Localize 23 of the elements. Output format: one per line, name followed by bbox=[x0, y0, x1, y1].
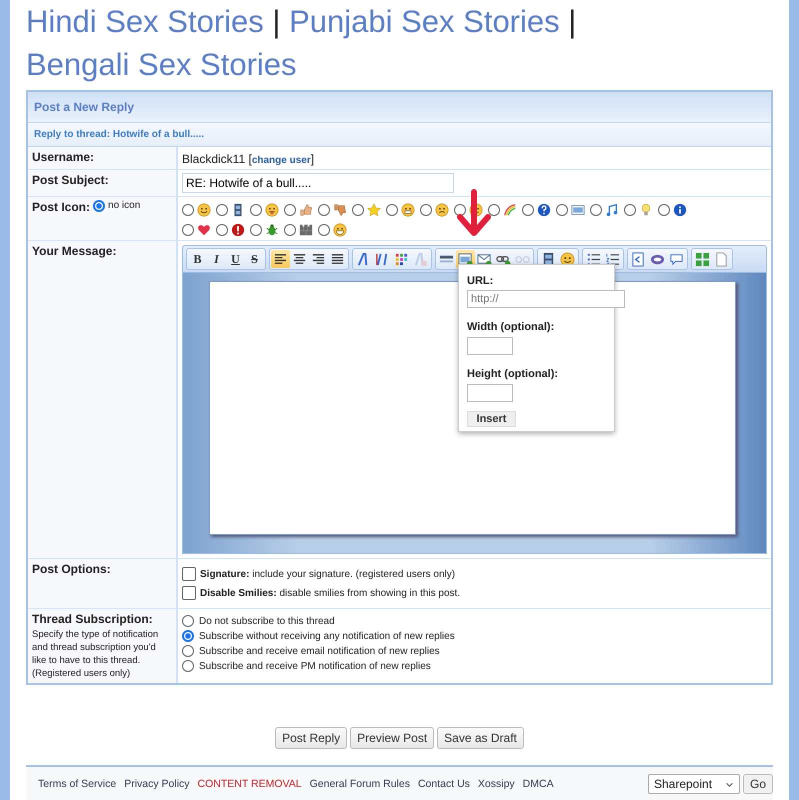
option-text: Disable Smilies: disable smilies from showing in this post. bbox=[200, 588, 460, 598]
field-label: Post Subject: bbox=[32, 173, 109, 187]
option-text: Signature: include your signature. (registered users only) bbox=[200, 568, 456, 580]
description-text: Specify the type of notification and thread subscription you'd like to have to this thread. (Registered users only) bbox=[32, 628, 160, 680]
choice-label: Subscribe and receive PM notification of new replies bbox=[199, 660, 431, 672]
choice-label: Subscribe without receiving any notification of new replies bbox=[199, 630, 455, 642]
field-label: Your Message: bbox=[32, 244, 116, 258]
choice-label: Do not subscribe to this thread bbox=[199, 616, 335, 626]
field-label: Username: bbox=[32, 150, 94, 164]
username-text: Blackdick11 bbox=[182, 152, 246, 166]
separator-text: | bbox=[272, 4, 280, 39]
field-label: Thread Subscription: bbox=[32, 612, 154, 626]
choice-label: Subscribe and receive email notification of new replies bbox=[199, 646, 440, 656]
separator-text: | bbox=[568, 4, 576, 39]
no-icon-label: no icon bbox=[108, 200, 140, 211]
bracket-text: [ bbox=[248, 152, 252, 166]
field-label: Post Icon: bbox=[32, 200, 90, 214]
field-label: Post Options: bbox=[32, 562, 111, 576]
height-label: Height (optional): bbox=[467, 368, 560, 380]
form-title: Post a New Reply bbox=[28, 92, 771, 123]
bracket-text: ] bbox=[310, 152, 314, 166]
width-label: Width (optional): bbox=[467, 321, 556, 333]
url-label: URL: bbox=[467, 275, 494, 287]
